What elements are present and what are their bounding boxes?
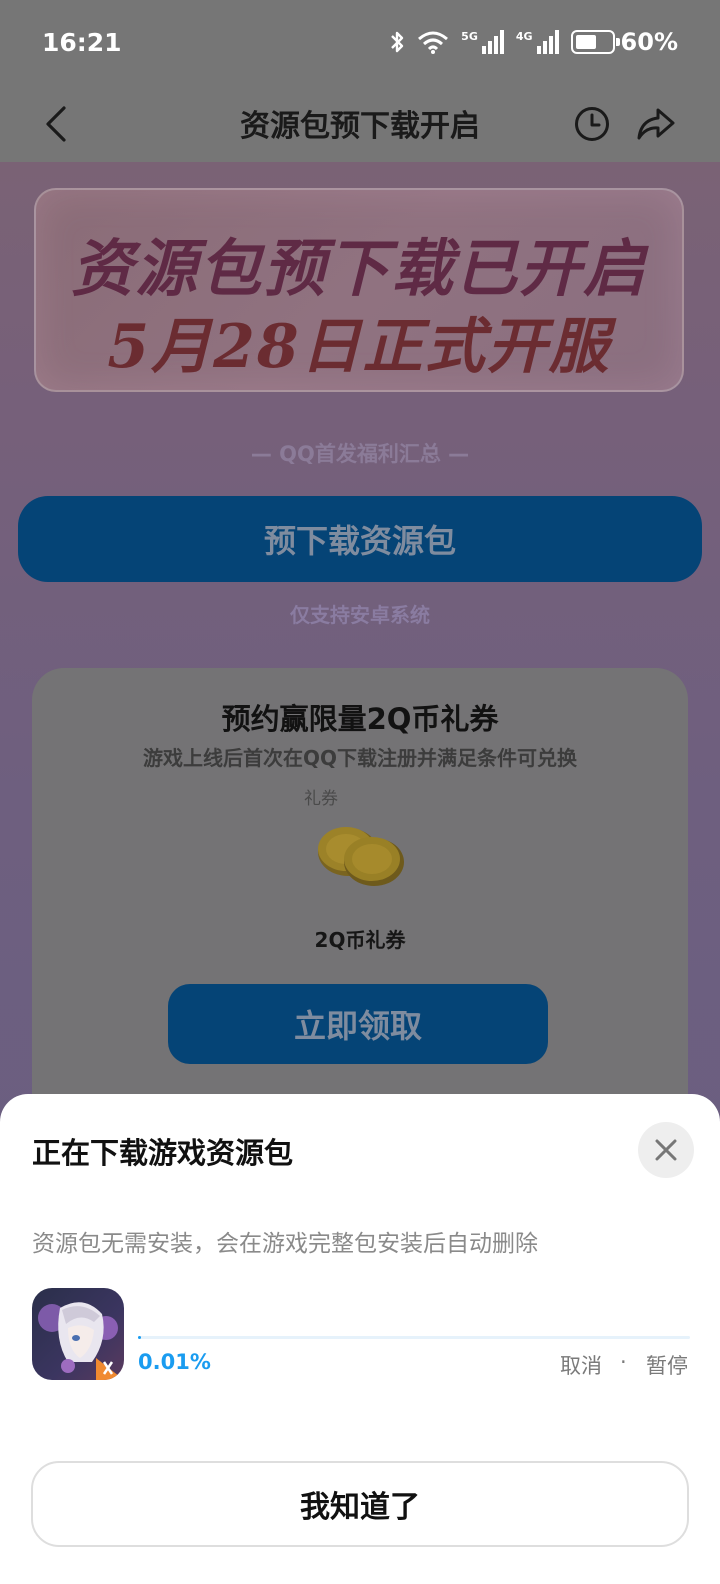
battery-level — [575, 35, 596, 49]
coins-icon — [318, 827, 404, 886]
page-title: 资源包预下载开启 — [240, 109, 480, 144]
reward-card-subtitle: 游戏上线后首次在QQ下载注册并满足条件可兑换 — [142, 746, 577, 770]
history-clock-icon[interactable] — [574, 106, 610, 142]
coupon-name: 2Q币礼券 — [314, 928, 406, 952]
back-icon[interactable] — [40, 104, 76, 144]
promo-banner: 资源包预下载已开启 5月28日正式开服 — [34, 188, 684, 392]
close-icon — [655, 1139, 677, 1161]
claim-now-button[interactable]: 立即领取 — [168, 984, 548, 1064]
download-progress-bar — [138, 1336, 690, 1339]
reward-tag: 礼券 — [304, 789, 338, 809]
game-app-icon — [32, 1288, 124, 1380]
pre-download-button[interactable]: 预下载资源包 — [18, 496, 702, 582]
battery-icon — [570, 30, 620, 54]
got-it-button[interactable]: 我知道了 — [31, 1461, 689, 1547]
network-5g-label: 5G — [461, 30, 478, 43]
download-progress-text: 0.01% — [138, 1350, 211, 1374]
reward-card-title: 预约赢限量2Q币礼券 — [221, 702, 499, 736]
bluetooth-icon — [391, 31, 404, 53]
sheet-title: 正在下载游戏资源包 — [32, 1136, 294, 1170]
download-bottom-sheet: 正在下载游戏资源包 资源包无需安装，会在游戏完整包安装后自动删除 0.01% 取… — [0, 1094, 720, 1584]
network-4g-label: 4G — [515, 30, 533, 43]
cancel-download-button[interactable]: 取消 — [560, 1350, 602, 1380]
download-progress-fill — [138, 1336, 141, 1339]
banner-launch-date: 5月28日正式开服 — [107, 312, 611, 382]
status-time: 16:21 — [42, 27, 122, 57]
signal-5g-icon: 5G — [461, 30, 504, 54]
close-button[interactable] — [638, 1122, 694, 1178]
battery-percent: 60% — [620, 28, 678, 56]
android-only-note: 仅支持安卓系统 — [290, 603, 430, 627]
share-icon[interactable] — [636, 106, 676, 142]
status-icons: 5G 4G 60% — [389, 28, 678, 56]
status-bar: 16:21 5G 4G 60% — [0, 0, 720, 84]
reward-card: 预约赢限量2Q币礼券 游戏上线后首次在QQ下载注册并满足条件可兑换 礼券 2Q币… — [32, 668, 688, 1128]
action-separator: · — [620, 1350, 627, 1374]
signal-4g-icon: 4G — [516, 30, 559, 54]
banner-headline: 资源包预下载已开启 — [70, 232, 647, 305]
section-label: — QQ首发福利汇总 — — [250, 442, 470, 466]
nav-bar: 资源包预下载开启 — [0, 84, 720, 162]
pause-download-button[interactable]: 暂停 — [646, 1350, 688, 1380]
sheet-description: 资源包无需安装，会在游戏完整包安装后自动删除 — [32, 1231, 538, 1257]
wifi-icon — [418, 31, 449, 54]
